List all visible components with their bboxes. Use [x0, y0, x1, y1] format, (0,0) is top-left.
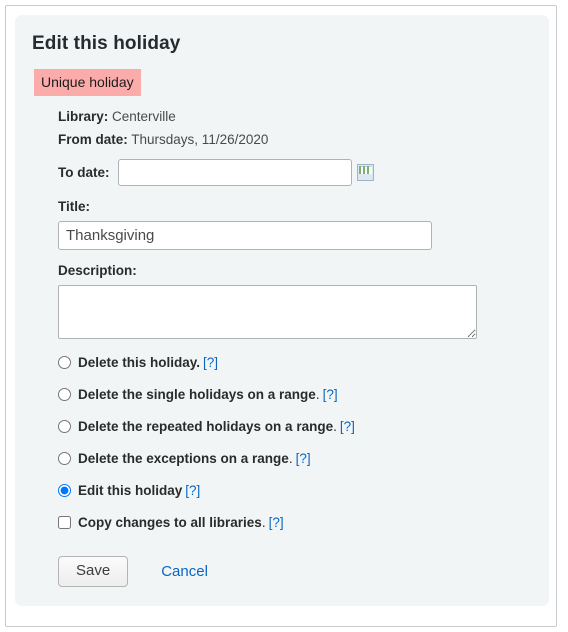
option-edit-this-holiday-label: Edit this holiday [78, 483, 182, 498]
option-delete-repeated-holidays-range-label: Delete the repeated holidays on a range. [78, 419, 337, 434]
option-delete-exceptions-range-help-link[interactable]: [?] [296, 451, 311, 466]
page-title: Edit this holiday [32, 33, 181, 54]
option-delete-single-holidays-range-label-text: Delete the single holidays on a range [78, 387, 316, 402]
outer-frame: Edit this holiday Unique holiday Library… [5, 5, 557, 627]
option-delete-this-holiday-label: Delete this holiday. [78, 355, 200, 370]
from-date-label: From date: [58, 132, 128, 148]
option-delete-this-holiday-help-link[interactable]: [?] [203, 355, 218, 370]
option-delete-single-holidays-range[interactable]: Delete the single holidays on a range. [?… [58, 379, 529, 411]
option-delete-repeated-holidays-range-help-link[interactable]: [?] [340, 419, 355, 434]
description-label: Description: [58, 262, 137, 278]
option-delete-exceptions-range-label: Delete the exceptions on a range. [78, 451, 293, 466]
option-delete-exceptions-range[interactable]: Delete the exceptions on a range. [?] [58, 443, 529, 475]
option-copy-changes-all-libraries[interactable]: Copy changes to all libraries. [?] [58, 507, 529, 539]
option-copy-changes-all-libraries-label: Copy changes to all libraries. [78, 515, 266, 530]
option-delete-this-holiday-radio[interactable] [58, 356, 71, 369]
option-delete-repeated-holidays-range-radio[interactable] [58, 420, 71, 433]
from-date-value: Thursdays, 11/26/2020 [131, 132, 269, 148]
option-delete-single-holidays-range-radio[interactable] [58, 388, 71, 401]
edit-holiday-card: Edit this holiday Unique holiday Library… [15, 15, 549, 606]
to-date-input[interactable] [117, 158, 352, 186]
option-delete-exceptions-range-radio[interactable] [58, 452, 71, 465]
description-textarea[interactable] [58, 284, 477, 339]
cancel-link[interactable]: Cancel [161, 563, 208, 580]
option-edit-this-holiday[interactable]: Edit this holiday [?] [58, 475, 529, 507]
title-input[interactable] [58, 220, 432, 250]
to-date-row: To date: [32, 158, 529, 186]
option-edit-this-holiday-radio[interactable] [58, 484, 71, 497]
option-delete-single-holidays-range-label: Delete the single holidays on a range. [78, 387, 320, 402]
to-date-label: To date: [58, 164, 110, 180]
option-copy-changes-all-libraries-checkbox[interactable] [58, 516, 71, 529]
from-date-row: From date: Thursdays, 11/26/2020 [32, 130, 529, 150]
status-badge: Unique holiday [34, 69, 141, 96]
option-delete-this-holiday-label-text: Delete this holiday. [78, 355, 201, 370]
save-button[interactable]: Save [58, 555, 129, 587]
library-label: Library: [58, 109, 109, 124]
option-delete-repeated-holidays-range-label-text: Delete the repeated holidays on a range [78, 419, 334, 434]
options-list: Delete this holiday. [?] Delete the single… [32, 347, 529, 539]
option-delete-repeated-holidays-range[interactable]: Delete the repeated holidays on a range.… [58, 411, 529, 443]
calendar-icon[interactable] [356, 163, 374, 181]
option-delete-this-holiday[interactable]: Delete this holiday. [?] [58, 347, 529, 379]
option-delete-single-holidays-range-help-link[interactable]: [?] [323, 387, 338, 402]
actions-row: Save Cancel [32, 555, 529, 587]
library-value: Centerville [112, 109, 176, 124]
option-edit-this-holiday-help-link[interactable]: [?] [185, 483, 200, 498]
option-edit-this-holiday-label-text: Edit this holiday [78, 483, 183, 498]
option-copy-changes-all-libraries-help-link[interactable]: [?] [269, 515, 284, 530]
library-row: Library: Centerville [32, 107, 529, 127]
title-label: Title: [58, 198, 91, 214]
option-delete-exceptions-range-label-text: Delete the exceptions on a range [78, 451, 289, 466]
option-copy-changes-all-libraries-label-text: Copy changes to all libraries [78, 515, 262, 530]
